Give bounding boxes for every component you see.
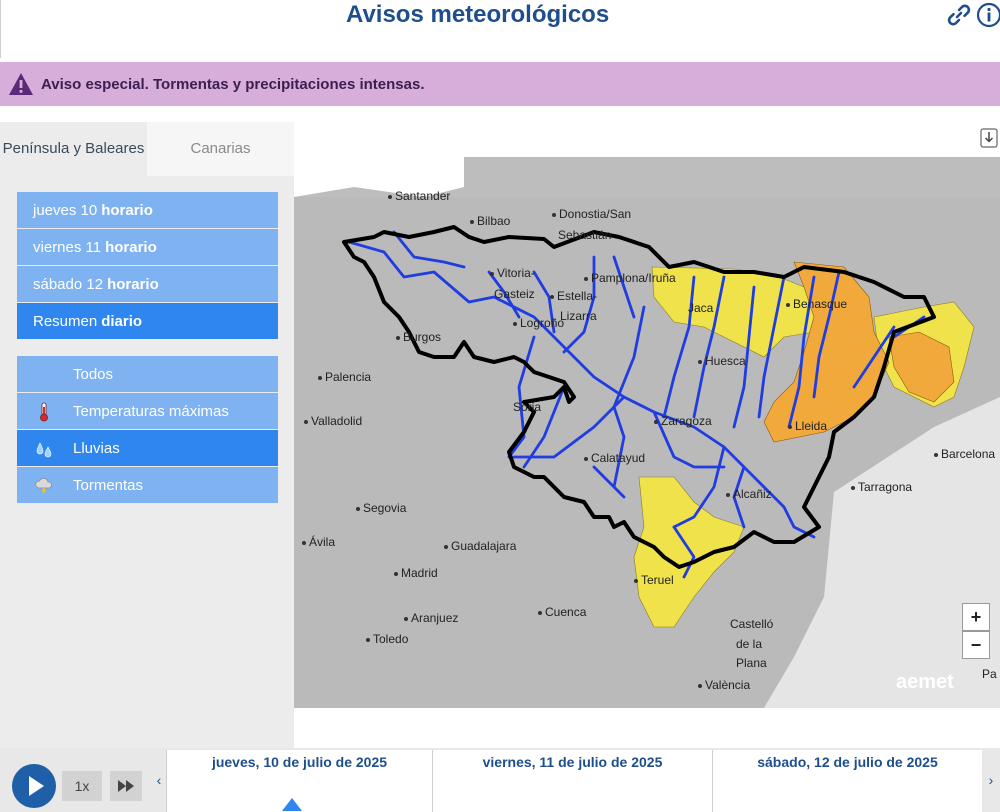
city-label: Sebastián (558, 228, 612, 242)
fast-forward-button[interactable] (110, 771, 142, 801)
day-item-resumen-diario[interactable]: Resumen diario (17, 303, 278, 339)
warning-triangle-icon (8, 71, 34, 97)
city-label: Lizarra (560, 309, 597, 323)
day-label: sábado 12 (33, 275, 104, 293)
city-label: Soria (513, 400, 542, 414)
timeline-current-marker (282, 798, 302, 811)
header: Avisos meteorológicos (0, 0, 1000, 58)
timeline-day-sabado-12[interactable]: sábado, 12 de julio de 2025 (712, 750, 982, 812)
city-label: Gasteiz (494, 287, 535, 301)
layer-label: Temperaturas máximas (73, 402, 229, 420)
day-item-jueves-10[interactable]: jueves 10 horario (17, 192, 278, 228)
day-mode: diario (101, 312, 143, 330)
city-label: Bilbao (470, 214, 510, 228)
city-label: Benasque (786, 297, 847, 311)
special-alert-banner: Aviso especial. Tormentas y precipitacio… (0, 62, 1000, 106)
city-label: Jaca (688, 301, 714, 315)
city-label: Palencia (318, 370, 371, 384)
city-label: Donostia/San (552, 207, 631, 221)
city-label: Santander (388, 189, 450, 203)
city-label: Estella- (550, 289, 597, 303)
city-label: Pa (982, 667, 997, 681)
link-icon[interactable] (946, 2, 972, 28)
thermometer-icon (34, 402, 54, 422)
timeline-day-viernes-11[interactable]: viernes, 11 de julio de 2025 (432, 750, 712, 812)
map-canvas (294, 157, 1000, 708)
city-label: Toledo (366, 632, 408, 646)
timeline: 1x ‹ jueves, 10 de julio de 2025 viernes… (0, 748, 1000, 812)
city-label: Pamplona/Iruña (584, 271, 676, 285)
city-label: Guadalajara (444, 539, 516, 553)
layer-item-lluvias[interactable]: Lluvias (17, 430, 278, 466)
day-list: jueves 10 horario viernes 11 horario sábad… (17, 192, 278, 340)
layer-item-tormentas[interactable]: Tormentas (17, 467, 278, 503)
city-label: Calatayud (584, 451, 645, 465)
day-item-sabado-12[interactable]: sábado 12 horario (17, 266, 278, 302)
day-mode: horario (105, 238, 157, 256)
city-label: Ávila (302, 535, 335, 549)
city-label: Plana (736, 656, 767, 670)
fast-forward-icon (118, 780, 134, 792)
timeline-day-label: sábado, 12 de julio de 2025 (757, 754, 938, 770)
alert-text: Aviso especial. Tormentas y precipitacio… (41, 75, 425, 93)
layer-label: Tormentas (73, 476, 144, 494)
city-label: Huesca (698, 354, 746, 368)
city-label: Madrid (394, 566, 438, 580)
timeline-next-button[interactable]: › (985, 770, 997, 790)
city-label: Alcañiz (726, 487, 772, 501)
layer-item-todos[interactable]: Todos (17, 356, 278, 392)
layer-label: Todos (73, 365, 114, 383)
page-title: Avisos meteorológicos (346, 1, 610, 28)
play-button[interactable] (12, 764, 56, 808)
download-icon[interactable] (980, 128, 998, 148)
day-label: jueves 10 (33, 201, 98, 219)
city-label: Lleida (788, 419, 827, 433)
day-mode: horario (101, 201, 153, 219)
city-label: Teruel (634, 573, 674, 587)
day-label: Resumen (33, 312, 98, 330)
timeline-day-label: jueves, 10 de julio de 2025 (211, 754, 388, 770)
layer-item-temperaturas-maximas[interactable]: Temperaturas máximas (17, 393, 278, 429)
tab-peninsula-baleares[interactable]: Península y Baleares (0, 122, 147, 176)
city-label: Aranjuez (404, 611, 458, 625)
left-panel: Península y Baleares Canarias jueves 10 h… (0, 122, 294, 748)
layer-list: Todos Temperaturas máximas Lluvias Torme… (17, 356, 278, 504)
timeline-day-label: viernes, 11 de julio de 2025 (482, 754, 663, 770)
day-mode: horario (107, 275, 159, 293)
city-label: Logroño (513, 316, 564, 330)
city-label: València (698, 678, 750, 692)
city-label: Tarragona (851, 480, 912, 494)
info-icon[interactable] (976, 2, 1000, 28)
warning-map[interactable]: Santander Bilbao Donostia/San Sebastián … (294, 157, 1000, 708)
city-label: Vitoria- (490, 266, 535, 280)
zoom-out-button[interactable]: − (962, 631, 990, 659)
aemet-logo: aemet (896, 671, 954, 693)
zoom-in-button[interactable]: + (962, 603, 990, 631)
city-label: Castelló (730, 617, 774, 631)
speed-button[interactable]: 1x (62, 771, 102, 801)
storm-cloud-icon (34, 476, 54, 496)
layer-label: Lluvias (73, 439, 120, 457)
city-label: Zaragoza (654, 414, 712, 428)
city-label: Burgos (396, 330, 441, 344)
city-label: Cuenca (538, 605, 586, 619)
city-label: de la (736, 637, 763, 651)
city-label: Barcelona (934, 447, 995, 461)
timeline-prev-button[interactable]: ‹ (153, 770, 165, 790)
tab-canarias[interactable]: Canarias (147, 122, 294, 176)
city-label: Segovia (356, 501, 406, 515)
play-icon (29, 776, 44, 796)
day-label: viernes 11 (33, 238, 102, 256)
day-item-viernes-11[interactable]: viernes 11 horario (17, 229, 278, 265)
city-label: Valladolid (304, 414, 362, 428)
rain-drops-icon (34, 439, 54, 459)
